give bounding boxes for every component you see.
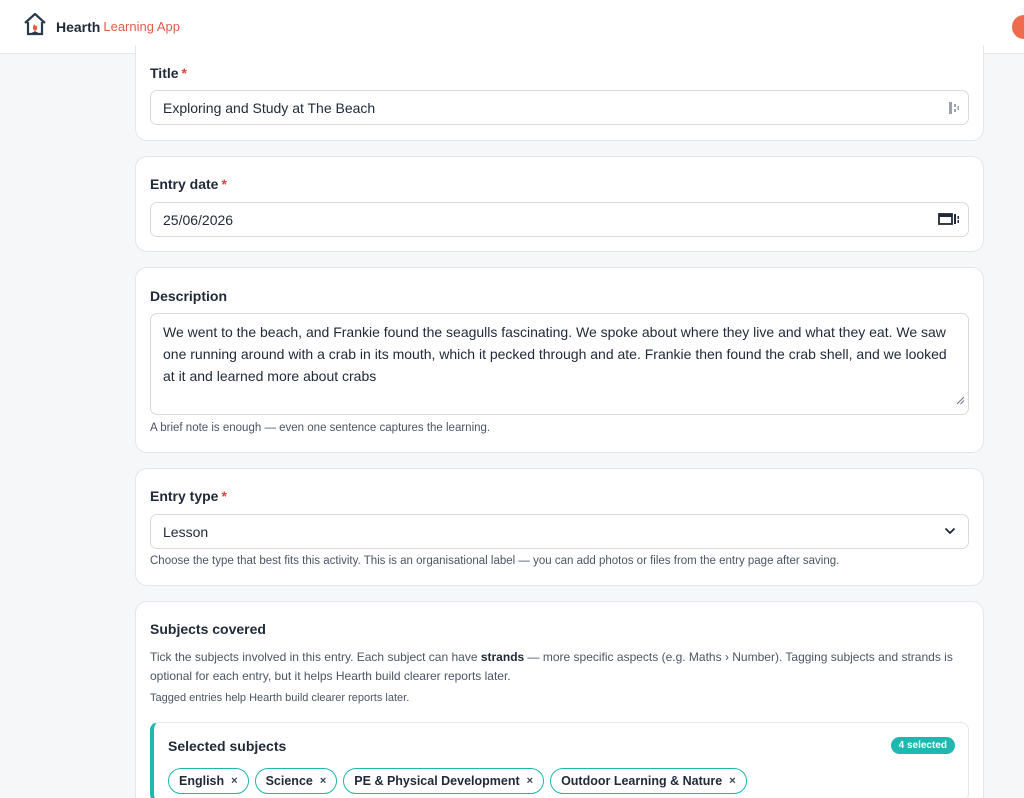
close-icon[interactable]: × xyxy=(231,775,237,787)
description-textarea[interactable]: We went to the beach, and Frankie found … xyxy=(150,313,969,415)
house-logo-icon xyxy=(22,11,48,42)
entry-type-value: Lesson xyxy=(163,523,209,540)
title-card: Title * Exploring and Study at The Beach xyxy=(135,46,984,141)
required-marker: * xyxy=(221,176,227,192)
brand-subtitle: Learning App xyxy=(103,19,180,34)
entry-date-label: Entry date * xyxy=(150,176,227,192)
description-label: Description xyxy=(150,288,228,304)
entry-date-card: Entry date * 25/06/2026 xyxy=(135,156,984,252)
brand-name: Hearth xyxy=(56,18,101,35)
description-value: We went to the beach, and Frankie found … xyxy=(163,324,947,384)
close-icon[interactable]: × xyxy=(729,775,735,787)
title-label: Title * xyxy=(150,65,187,81)
selected-subjects-panel: Selected subjects 4 selected English × Sc… xyxy=(150,722,969,798)
entry-date-input[interactable]: 25/06/2026 xyxy=(150,202,969,237)
title-input[interactable]: Exploring and Study at The Beach xyxy=(150,90,969,125)
brand[interactable]: Hearth Learning App xyxy=(22,11,180,42)
entry-type-card: Entry type * Lesson Choose the type that … xyxy=(135,468,984,586)
close-icon[interactable]: × xyxy=(527,775,533,787)
required-marker: * xyxy=(221,488,227,504)
selected-subjects-title: Selected subjects xyxy=(168,738,287,754)
entry-date-value: 25/06/2026 xyxy=(163,211,234,228)
title-input-value: Exploring and Study at The Beach xyxy=(163,99,376,116)
close-icon[interactable]: × xyxy=(320,775,326,787)
subjects-description: Tick the subjects involved in this entry… xyxy=(150,650,953,683)
password-manager-icon[interactable] xyxy=(948,100,960,116)
description-card: Description We went to the beach, and Fr… xyxy=(135,267,984,453)
subjects-note: Tagged entries help Hearth build clearer… xyxy=(150,692,410,704)
entry-type-label: Entry type * xyxy=(150,488,227,504)
subject-chip-science[interactable]: Science × xyxy=(254,768,338,794)
calendar-icon[interactable] xyxy=(938,212,960,226)
subjects-label: Subjects covered xyxy=(150,621,266,637)
subject-chips: English × Science × PE & Physical Developm… xyxy=(168,768,747,794)
subject-chip-outdoor[interactable]: Outdoor Learning & Nature × xyxy=(550,768,747,794)
subject-chip-pe[interactable]: PE & Physical Development × xyxy=(343,768,545,794)
entry-type-hint: Choose the type that best fits this acti… xyxy=(150,555,840,567)
resize-handle-icon[interactable] xyxy=(956,389,965,411)
subjects-card: Subjects covered Tick the subjects invol… xyxy=(135,601,984,798)
selected-count-badge: 4 selected xyxy=(890,737,955,754)
chevron-down-icon xyxy=(944,527,956,535)
required-marker: * xyxy=(181,65,187,81)
avatar[interactable] xyxy=(1012,15,1024,39)
entry-type-select[interactable]: Lesson xyxy=(150,514,969,549)
subject-chip-english[interactable]: English × xyxy=(168,768,249,794)
description-hint: A brief note is enough — even one senten… xyxy=(150,422,491,434)
